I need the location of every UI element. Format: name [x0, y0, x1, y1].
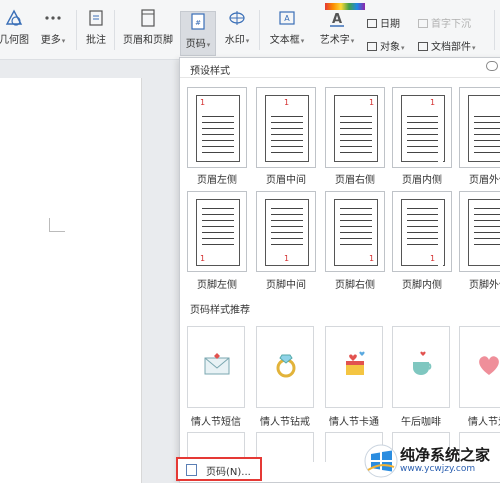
preset-footer-left[interactable]: 1 [187, 191, 247, 272]
recommended-styles-heading: 页码样式推荐 [190, 305, 250, 316]
preset-footer-outside[interactable]: 1 [459, 191, 500, 272]
chevron-down-icon: ▾ [245, 37, 250, 45]
style-card-gift[interactable] [325, 326, 383, 408]
svg-text:A: A [332, 12, 342, 27]
wordart-icon: A [330, 12, 344, 27]
preset-label: 页脚右侧 [335, 280, 375, 291]
header-footer-button[interactable]: 页眉和页脚 [120, 8, 176, 56]
style-card-ring[interactable] [256, 326, 314, 408]
divider [494, 10, 495, 50]
chevron-down-icon: ▾ [300, 37, 305, 45]
doc-parts-icon [418, 42, 428, 51]
site-watermark-logo: 纯净系统之家 www.ycwjzy.com [362, 440, 500, 483]
textbox-button[interactable]: A 文本框▾ [265, 8, 309, 56]
chevron-down-icon: ▾ [472, 44, 476, 52]
ribbon-toolbar: 几何图 更多▾ 批注 页眉和页脚 # 页码▾ 水印▾ A 文本框▾ A 艺术字▾… [0, 0, 500, 60]
divider [259, 10, 260, 50]
margin-corner-mark [49, 218, 65, 232]
drop-cap-icon [418, 19, 428, 28]
envelope-heart-icon [204, 353, 230, 375]
gift-hearts-icon [346, 351, 365, 375]
preset-header-outside[interactable]: 1 [459, 87, 500, 168]
style-card-heart[interactable] [459, 326, 500, 408]
preset-label: 页脚中间 [266, 280, 306, 291]
more-dots-icon [45, 16, 61, 20]
textbox-icon: A [279, 11, 295, 25]
object-button[interactable]: 对象▾ [367, 38, 405, 53]
style-label: 情人节钻戒 [260, 417, 310, 428]
divider [76, 10, 77, 50]
preset-footer-right[interactable]: 1 [325, 191, 385, 272]
shapes-icon [5, 9, 23, 26]
preset-styles-heading: 预设样式 [190, 66, 230, 77]
style-card-coffee[interactable] [392, 326, 450, 408]
page-number-icon: # [191, 13, 205, 30]
preset-footer-center[interactable]: 1 [256, 191, 316, 272]
heart-icon [479, 356, 499, 375]
preset-header-right[interactable]: 1 [325, 87, 385, 168]
more-button[interactable]: 更多▾ [36, 8, 70, 56]
style-label: 情人节卡通 [329, 417, 379, 428]
watermark-icon [229, 11, 245, 25]
page-number-button[interactable]: # 页码▾ [180, 11, 216, 56]
watermark-button[interactable]: 水印▾ [219, 8, 255, 56]
preset-label: 页脚外侧 [469, 280, 500, 291]
page-number-dropdown: 预设样式 1 1 1 1 1 页眉左侧 页眉中间 页眉右侧 页眉内侧 页眉外侧 … [176, 57, 500, 483]
preset-header-left[interactable]: 1 [187, 87, 247, 168]
calendar-icon [367, 19, 377, 28]
chevron-down-icon: ▾ [401, 44, 405, 52]
first-drop-button: 首字下沉 [418, 15, 471, 30]
preset-label: 页脚内侧 [402, 280, 442, 291]
page-number-settings-icon [186, 464, 197, 476]
divider [180, 77, 500, 78]
preset-label: 页眉中间 [266, 175, 306, 186]
preset-header-inside[interactable]: 1 [392, 87, 452, 168]
style-label: 情人节短信 [191, 417, 241, 428]
divider [114, 10, 115, 50]
chevron-down-icon: ▾ [206, 41, 211, 49]
preset-label: 页眉左侧 [197, 175, 237, 186]
wordart-button[interactable]: A 艺术字▾ [314, 8, 360, 56]
doc-parts-button[interactable]: 文档部件▾ [418, 38, 476, 53]
page-number-settings-item[interactable]: 页码(N)... [176, 457, 262, 481]
style-label: 午后咖啡 [401, 417, 441, 428]
windows-logo-icon [364, 444, 398, 478]
document-page[interactable] [0, 78, 142, 483]
comment-button[interactable]: 批注 [82, 8, 110, 56]
preset-header-center[interactable]: 1 [256, 87, 316, 168]
preset-label: 页脚左侧 [197, 280, 237, 291]
chevron-down-icon: ▾ [61, 37, 66, 45]
header-footer-icon [141, 9, 155, 27]
object-icon [367, 42, 377, 51]
comment-icon [89, 10, 103, 26]
coffee-cup-icon [413, 351, 432, 375]
date-button[interactable]: 日期 [367, 15, 400, 30]
style-card-envelope[interactable] [187, 326, 245, 408]
svg-text:A: A [284, 14, 290, 23]
style-label: 情人节爱 [468, 417, 500, 428]
shapes-button[interactable]: 几何图 [0, 8, 34, 56]
preset-label: 页眉内侧 [402, 175, 442, 186]
svg-text:#: # [195, 19, 201, 27]
style-card[interactable] [256, 432, 314, 462]
preset-label: 页眉右侧 [335, 175, 375, 186]
help-icon[interactable] [486, 61, 498, 71]
preset-footer-inside[interactable]: 1 [392, 191, 452, 272]
chevron-down-icon: ▾ [350, 37, 355, 45]
diamond-ring-icon [276, 354, 296, 378]
preset-label: 页眉外侧 [469, 175, 500, 186]
